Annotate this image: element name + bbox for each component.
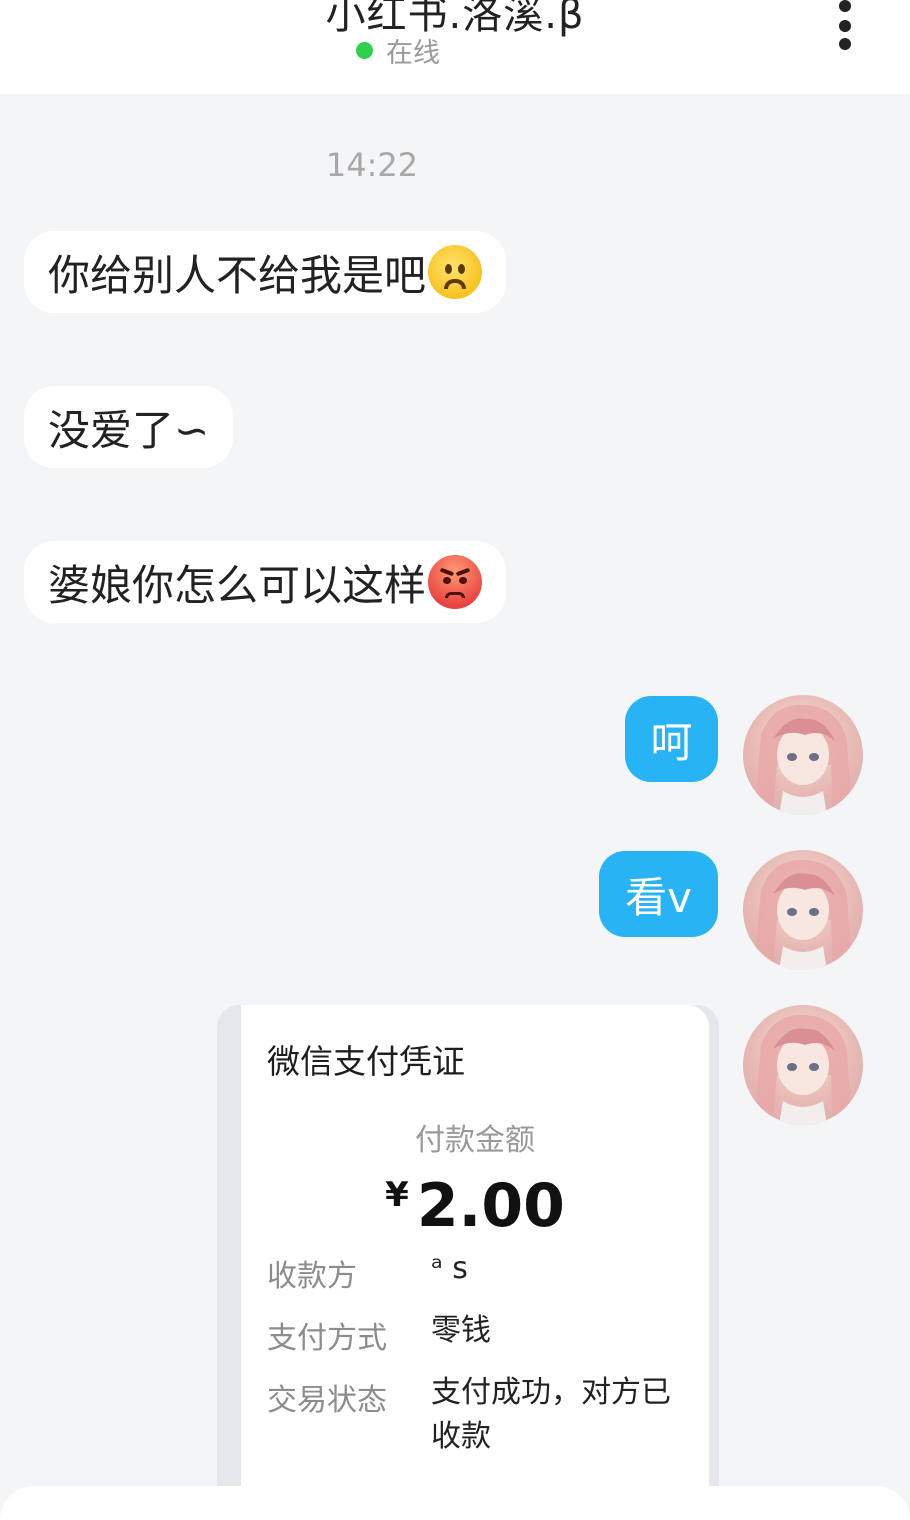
payee-value: ᵃ s <box>431 1251 468 1286</box>
anime-portrait-icon <box>755 859 851 970</box>
outgoing-message[interactable]: 看v <box>599 851 718 937</box>
status-label: 在线 <box>386 37 440 69</box>
payment-receipt-card[interactable]: 微信支付凭证 付款金额 ¥2.00 收款方 ᵃ s 支付方式 零钱 交易状态 支… <box>241 1005 709 1505</box>
anime-portrait-icon <box>755 1014 851 1125</box>
payment-amount: ¥2.00 <box>241 1171 709 1241</box>
more-dot <box>839 38 851 50</box>
user-avatar[interactable] <box>743 850 863 970</box>
amount-label: 付款金额 <box>415 1123 535 1158</box>
contact-name[interactable]: 小红书.洛溪.β <box>0 0 910 40</box>
incoming-message[interactable]: 没爱了∽ <box>24 386 234 468</box>
amount-value: 2.00 <box>416 1171 565 1241</box>
transaction-status-label: 交易状态 <box>267 1383 387 1418</box>
user-avatar[interactable] <box>743 1005 863 1125</box>
message-text: 你给别人不给我是吧 <box>48 250 427 300</box>
incoming-message[interactable]: 你给别人不给我是吧 <box>24 231 507 313</box>
outgoing-message[interactable]: 呵 <box>625 696 718 782</box>
transaction-status-value: 支付成功，对方已收款 <box>431 1375 671 1454</box>
chat-screen: 小红书.洛溪.β 在线 14:22 你给别人不给我是吧 没爱了∽ 婆娘你怎么可以… <box>0 0 910 1520</box>
more-options-icon[interactable] <box>832 0 860 52</box>
online-status: 在线 <box>356 34 440 69</box>
payment-method-value: 零钱 <box>431 1313 491 1348</box>
angry-face-icon <box>428 555 483 609</box>
payee-label: 收款方 <box>267 1259 357 1294</box>
confused-face-icon <box>428 245 483 299</box>
card-title: 微信支付凭证 <box>267 1042 465 1081</box>
incoming-message[interactable]: 婆娘你怎么可以这样 <box>24 541 507 623</box>
chat-header: 小红书.洛溪.β 在线 <box>0 0 910 94</box>
message-timestamp: 14:22 <box>325 146 419 184</box>
online-dot-icon <box>356 41 373 59</box>
user-avatar[interactable] <box>743 695 863 815</box>
message-text: 婆娘你怎么可以这样 <box>48 560 427 610</box>
message-input-bar[interactable] <box>0 1486 910 1520</box>
more-dot <box>839 0 851 12</box>
anime-portrait-icon <box>755 704 851 815</box>
payment-method-label: 支付方式 <box>267 1321 387 1356</box>
currency-symbol: ¥ <box>385 1175 409 1215</box>
message-text: 呵 <box>650 717 693 767</box>
message-text: 看v <box>625 872 692 922</box>
more-dot <box>839 20 851 32</box>
message-text: 没爱了∽ <box>48 405 210 455</box>
